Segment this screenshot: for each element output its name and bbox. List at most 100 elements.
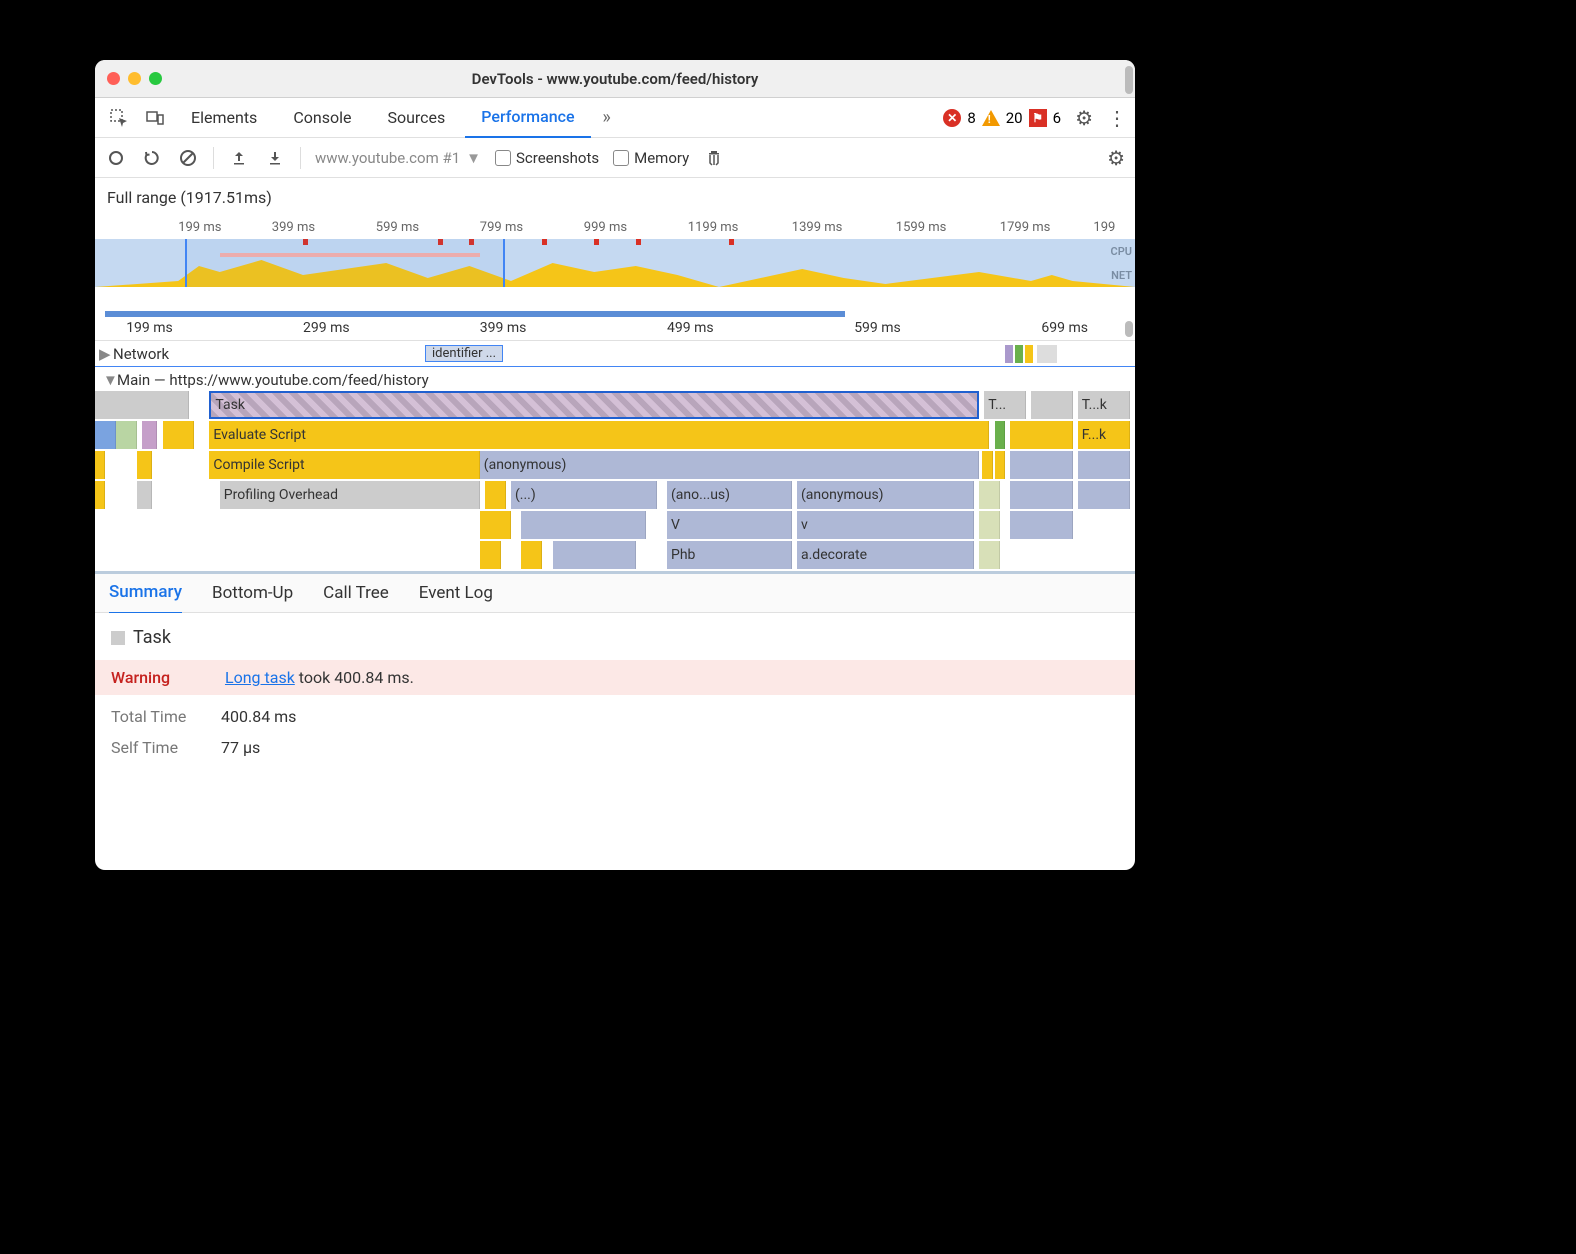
flame-bar[interactable] xyxy=(995,421,1005,449)
device-toggle-icon[interactable] xyxy=(139,102,171,134)
minimize-icon[interactable] xyxy=(128,72,141,85)
flame-bar[interactable]: (...) xyxy=(511,481,657,509)
flame-bar[interactable]: T... xyxy=(984,391,1026,419)
tab-performance[interactable]: Performance xyxy=(465,98,590,138)
network-track[interactable]: ▶ Network identifier ... xyxy=(95,341,1135,367)
long-task-link[interactable]: Long task xyxy=(225,668,295,687)
flame-bar[interactable] xyxy=(95,481,105,509)
flame-bar[interactable] xyxy=(1078,451,1130,479)
flame-bar[interactable] xyxy=(142,421,158,449)
tab-call-tree[interactable]: Call Tree xyxy=(323,572,389,614)
flame-bar[interactable]: T...k xyxy=(1078,391,1130,419)
flame-bar[interactable] xyxy=(982,451,992,479)
flame-profiling-overhead[interactable]: Profiling Overhead xyxy=(220,481,480,509)
ov-tick: 1799 ms xyxy=(1000,220,1051,235)
maximize-icon[interactable] xyxy=(149,72,162,85)
capture-settings-icon[interactable]: ⚙ xyxy=(1107,146,1125,170)
flame-bar[interactable] xyxy=(1031,391,1073,419)
collapse-icon[interactable]: ▼ xyxy=(103,371,117,389)
flame-bar[interactable] xyxy=(95,391,189,419)
overview-selection[interactable]: || || xyxy=(185,239,505,287)
flame-bar[interactable]: F...k xyxy=(1078,421,1130,449)
flame-evaluate-script[interactable]: Evaluate Script xyxy=(209,421,989,449)
screenshots-checkbox[interactable]: Screenshots xyxy=(495,149,599,167)
inspect-element-icon[interactable] xyxy=(103,102,135,134)
flame-bar[interactable]: v xyxy=(797,511,974,539)
profile-selector[interactable]: www.youtube.com #1 ▼ xyxy=(315,149,481,167)
network-request-box[interactable]: identifier ... xyxy=(425,345,503,362)
ov-tick: 1399 ms xyxy=(792,220,843,235)
self-time-value: 77 µs xyxy=(221,738,260,757)
flame-bar[interactable] xyxy=(979,481,1000,509)
flame-bar[interactable] xyxy=(485,481,506,509)
flame-bar[interactable] xyxy=(137,451,153,479)
detail-tabs: Summary Bottom-Up Call Tree Event Log xyxy=(95,571,1135,613)
devtools-window: DevTools - www.youtube.com/feed/history … xyxy=(95,60,1135,870)
flame-bar[interactable] xyxy=(480,511,511,539)
flame-bar[interactable] xyxy=(979,541,1000,569)
flame-bar[interactable] xyxy=(1010,481,1072,509)
flame-bar[interactable]: (anonymous) xyxy=(797,481,974,509)
tab-sources[interactable]: Sources xyxy=(371,98,461,138)
total-time-value: 400.84 ms xyxy=(221,707,296,726)
timeline-ticks: 199 ms 299 ms 399 ms 499 ms 599 ms 699 m… xyxy=(95,317,1135,341)
scrollbar[interactable] xyxy=(1125,66,1133,94)
close-icon[interactable] xyxy=(107,72,120,85)
overview[interactable]: 199 ms 399 ms 599 ms 799 ms 999 ms 1199 … xyxy=(95,217,1135,317)
main-track-header[interactable]: ▼ Main — https://www.youtube.com/feed/hi… xyxy=(95,367,1135,391)
flame-bar[interactable] xyxy=(521,511,646,539)
scrollbar[interactable] xyxy=(1125,321,1133,337)
flame-bar[interactable]: (ano...us) xyxy=(667,481,792,509)
warning-text: took 400.84 ms. xyxy=(295,668,414,687)
flame-bar[interactable]: Phb xyxy=(667,541,792,569)
flame-task-selected[interactable]: Task xyxy=(209,391,979,419)
issue-icon[interactable]: ⚑ xyxy=(1029,109,1047,127)
error-icon[interactable]: ✕ xyxy=(943,109,961,127)
flame-bar[interactable] xyxy=(1010,511,1072,539)
issue-count[interactable]: 6 xyxy=(1053,109,1061,127)
overview-graph[interactable]: || || xyxy=(95,239,1135,287)
more-tabs-icon[interactable]: » xyxy=(595,107,619,128)
flame-bar[interactable] xyxy=(521,541,542,569)
total-time-label: Total Time xyxy=(111,707,221,726)
record-button[interactable] xyxy=(105,147,127,169)
flame-bar[interactable] xyxy=(137,481,153,509)
tab-summary[interactable]: Summary xyxy=(109,572,182,614)
flame-bar[interactable] xyxy=(995,451,1005,479)
download-icon[interactable] xyxy=(264,147,286,169)
memory-checkbox[interactable]: Memory xyxy=(613,149,689,167)
flame-anonymous[interactable]: (anonymous) xyxy=(480,451,979,479)
flame-bar[interactable] xyxy=(95,451,105,479)
flame-bar[interactable] xyxy=(1010,451,1072,479)
flame-bar[interactable] xyxy=(95,421,116,449)
warning-label: Warning xyxy=(111,668,221,687)
flame-bar[interactable]: a.decorate xyxy=(797,541,974,569)
tab-console[interactable]: Console xyxy=(277,98,367,138)
warning-icon[interactable] xyxy=(982,110,1000,126)
tab-elements[interactable]: Elements xyxy=(175,98,273,138)
tab-event-log[interactable]: Event Log xyxy=(419,572,493,614)
perf-toolbar: www.youtube.com #1 ▼ Screenshots Memory … xyxy=(95,138,1135,178)
expand-icon[interactable]: ▶ xyxy=(99,345,113,363)
error-count[interactable]: 8 xyxy=(967,109,975,127)
settings-icon[interactable]: ⚙ xyxy=(1075,106,1093,130)
flame-bar[interactable] xyxy=(979,511,1000,539)
color-swatch xyxy=(111,631,125,645)
flame-bar[interactable] xyxy=(553,541,636,569)
chevron-down-icon: ▼ xyxy=(466,149,481,167)
tab-bottom-up[interactable]: Bottom-Up xyxy=(212,572,293,614)
flame-bar[interactable] xyxy=(163,421,194,449)
flame-compile-script[interactable]: Compile Script xyxy=(209,451,479,479)
upload-icon[interactable] xyxy=(228,147,250,169)
flame-bar[interactable]: V xyxy=(667,511,792,539)
flame-bar[interactable] xyxy=(1078,481,1130,509)
reload-button[interactable] xyxy=(141,147,163,169)
garbage-collect-icon[interactable] xyxy=(703,147,725,169)
kebab-icon[interactable]: ⋮ xyxy=(1107,106,1127,130)
flame-bar[interactable] xyxy=(116,421,137,449)
warning-count[interactable]: 20 xyxy=(1006,109,1023,127)
flame-bar[interactable] xyxy=(480,541,501,569)
flame-bar[interactable] xyxy=(1010,421,1072,449)
clear-button[interactable] xyxy=(177,147,199,169)
flame-chart[interactable]: Task T... T...k Evaluate Script F...k Co… xyxy=(95,391,1135,571)
